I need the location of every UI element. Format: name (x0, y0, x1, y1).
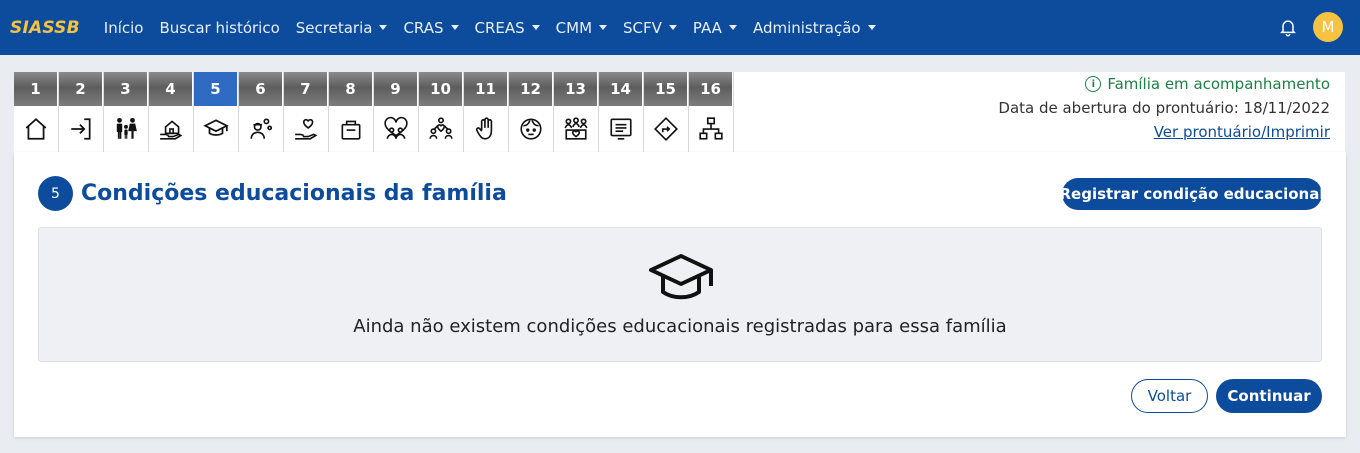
step-15[interactable]: 15 (644, 72, 689, 152)
login-arrow-icon (59, 106, 103, 152)
family-icon (104, 106, 148, 152)
nav-label: SCFV (623, 18, 662, 37)
nav-item-administracao[interactable]: Administração (753, 19, 876, 37)
caret-down-icon (531, 25, 540, 30)
back-button[interactable]: Voltar (1131, 379, 1208, 413)
prontuario-info: i Família em acompanhamento Data de aber… (998, 72, 1330, 141)
section-card: 5 Condições educacionais da família Regi… (14, 152, 1346, 437)
caret-down-icon (450, 25, 459, 30)
step-6[interactable]: 6 (239, 72, 284, 152)
group-heart-icon (554, 106, 598, 152)
empty-state: Ainda não existem condições educacionais… (38, 227, 1322, 362)
step-2[interactable]: 2 (59, 72, 104, 152)
info-icon: i (1085, 76, 1102, 92)
step-number: 11 (464, 72, 508, 106)
step-4[interactable]: 4 (149, 72, 194, 152)
status-badge: i Família em acompanhamento (998, 75, 1330, 93)
caret-down-icon (379, 25, 388, 30)
house-hand-icon (149, 106, 193, 152)
brand-logo[interactable]: SIASSB (10, 18, 80, 38)
basket-icon (329, 106, 373, 152)
nav-label: Início (103, 18, 144, 37)
step-number: 13 (554, 72, 598, 106)
step-9[interactable]: 9 (374, 72, 419, 152)
child-face-icon (509, 106, 553, 152)
step-16[interactable]: 16 (689, 72, 734, 152)
nav-label: CRAS (403, 18, 444, 37)
step-number: 10 (419, 72, 463, 106)
section-number-badge: 5 (38, 176, 73, 211)
nav-item-cmm[interactable]: CMM (555, 18, 608, 37)
step-13[interactable]: 13 (554, 72, 599, 152)
register-button[interactable]: Registrar condição educacional (1059, 178, 1325, 210)
raised-hand-icon (464, 106, 508, 152)
page-title: Condições educacionais da família (81, 181, 507, 206)
step-12[interactable]: 12 (509, 72, 554, 152)
org-chart-icon (689, 106, 733, 152)
avatar[interactable]: M (1313, 12, 1343, 42)
nav-item-secretaria[interactable]: Secretaria (296, 19, 388, 37)
step-number: 6 (239, 72, 283, 106)
nav-label: CMM (555, 18, 593, 37)
nav-item-buscar-historico[interactable]: Buscar histórico (159, 19, 279, 37)
step-3[interactable]: 3 (104, 72, 149, 152)
document-list-icon (599, 106, 643, 152)
step-number: 16 (689, 72, 733, 106)
step-number: 7 (284, 72, 328, 106)
nav-item-scfv[interactable]: SCFV (623, 19, 677, 37)
nav-label: Administração (752, 18, 861, 37)
caret-down-icon (668, 25, 677, 30)
hand-heart-icon (284, 106, 328, 152)
step-number: 8 (329, 72, 373, 106)
graduation-cap-icon (194, 106, 238, 152)
navbar-right: M (1277, 12, 1343, 42)
step-number: 3 (104, 72, 148, 106)
opening-date: Data de abertura do prontuário: 18/11/20… (998, 99, 1330, 117)
step-number: 1 (14, 72, 58, 106)
worker-gears-icon (239, 106, 283, 152)
step-1[interactable]: 1 (14, 72, 59, 152)
step-5[interactable]: 5 (194, 72, 239, 152)
graduation-cap-icon (647, 248, 715, 308)
home-icon (14, 106, 58, 152)
step-7[interactable]: 7 (284, 72, 329, 152)
nav-item-paa[interactable]: PAA (693, 19, 737, 37)
people-heart-icon (374, 106, 418, 152)
nav-label: Secretaria (295, 18, 373, 37)
community-icon (419, 106, 463, 152)
step-11[interactable]: 11 (464, 72, 509, 152)
step-navigation: 1 2 3 4 5 6 7 8 9 10 11 12 13 14 15 16 (14, 72, 734, 152)
nav-label: CREAS (474, 18, 525, 37)
empty-message: Ainda não existem condições educacionais… (353, 316, 1007, 337)
bell-icon[interactable] (1277, 16, 1299, 38)
nav-label: PAA (692, 18, 722, 37)
nav-label: Buscar histórico (159, 18, 280, 37)
continue-button[interactable]: Continuar (1216, 379, 1322, 413)
top-navbar: SIASSB Início Buscar histórico Secretari… (0, 0, 1360, 55)
nav-item-inicio[interactable]: Início (104, 19, 144, 37)
nav-item-creas[interactable]: CREAS (475, 19, 540, 37)
step-number: 14 (599, 72, 643, 106)
step-10[interactable]: 10 (419, 72, 464, 152)
step-number: 5 (194, 72, 238, 106)
prontuario-info-area: i Família em acompanhamento Data de aber… (734, 72, 1345, 152)
step-14[interactable]: 14 (599, 72, 644, 152)
step-8[interactable]: 8 (329, 72, 374, 152)
print-link[interactable]: Ver prontuário/Imprimir (998, 123, 1330, 141)
step-number: 2 (59, 72, 103, 106)
nav-item-cras[interactable]: CRAS (403, 18, 459, 37)
step-number: 9 (374, 72, 418, 106)
status-text: Família em acompanhamento (1107, 75, 1330, 93)
step-number: 12 (509, 72, 553, 106)
step-number: 4 (149, 72, 193, 106)
direction-sign-icon (644, 106, 688, 152)
caret-down-icon (599, 25, 608, 30)
step-number: 15 (644, 72, 688, 106)
caret-down-icon (867, 25, 876, 30)
caret-down-icon (728, 25, 737, 30)
